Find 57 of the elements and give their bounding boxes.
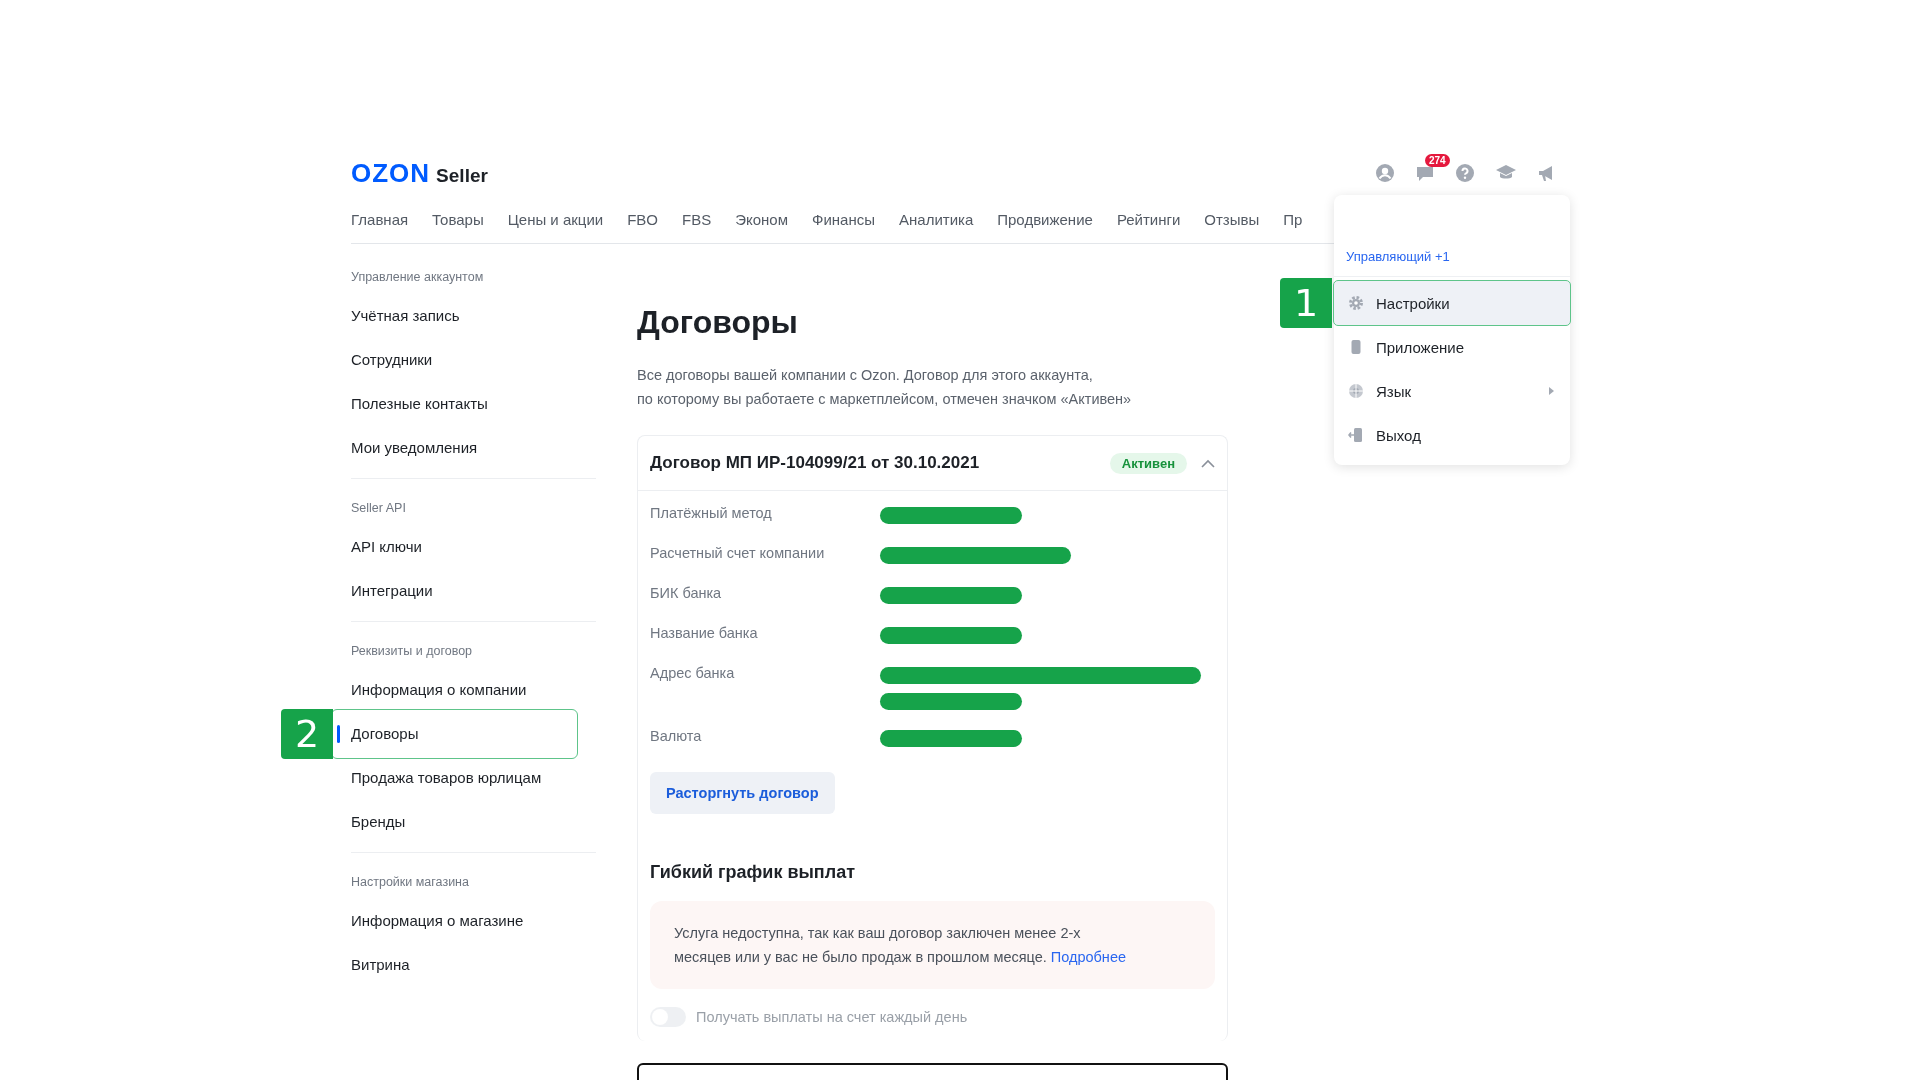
sidebar-item[interactable]: Полезные контакты <box>334 382 575 426</box>
field-label: Расчетный счет компании <box>650 544 826 563</box>
gear-icon <box>1348 295 1364 311</box>
section-title: Гибкий график выплат <box>650 862 856 883</box>
chevron-icon[interactable] <box>1201 458 1215 468</box>
contract-title: Договор МП ИР-104099/21 от 30.10.2021 <box>650 453 981 473</box>
sidebar-heading: Управление аккаунтом <box>351 269 485 286</box>
menu-item[interactable]: Язык <box>1334 369 1570 413</box>
nav-tab[interactable]: Пр <box>1283 211 1303 228</box>
nav-tab[interactable]: FBS <box>682 211 712 228</box>
nav-tab[interactable]: Эконом <box>735 211 788 228</box>
user-icon[interactable] <box>1375 163 1395 183</box>
sidebar-item[interactable]: Продажа товаров юрлицам <box>334 756 575 800</box>
nav-tab[interactable]: Товары <box>432 211 484 228</box>
sidebar-heading: Seller API <box>351 500 407 517</box>
step-marker: 1 <box>1280 278 1332 328</box>
more-link[interactable]: Подробнее <box>1050 949 1126 965</box>
ozon-seller-logo[interactable]: OZON Seller <box>351 157 488 189</box>
globe-icon <box>1348 383 1364 399</box>
toggle-label: Получать выплаты на счет каждый день <box>696 1009 968 1025</box>
field-label: Адрес банка <box>650 664 736 683</box>
field-label: Валюта <box>650 727 703 746</box>
page-title: Договоры <box>637 304 799 341</box>
field-label: Название банка <box>650 624 759 643</box>
notification-count: 274 <box>1425 154 1450 167</box>
step-marker: 2 <box>281 709 333 759</box>
field-label: БИК банка <box>650 584 723 603</box>
submenu-caret-icon <box>1548 387 1554 395</box>
sidebar-item[interactable]: Информация о компании <box>334 668 575 712</box>
nav-tab[interactable]: Продвижение <box>997 211 1093 228</box>
menu-item[interactable]: Выход <box>1334 413 1570 457</box>
notice-text: Услуга недоступна, так как ваш договор заключен менее 2-х месяцев или у вас не было продаж в прошлом месяце. Подробнее <box>674 924 1127 967</box>
nav-tab[interactable]: Отзывы <box>1204 211 1260 228</box>
sidebar-heading: Реквизиты и договор <box>351 643 474 660</box>
page-description: Все договоры вашей компании с Ozon. Договор для этого аккаунта, по которому вы работаете с маркетплейсом, отмечен значком «Активен» <box>637 366 1133 409</box>
nav-tab[interactable]: Аналитика <box>899 211 974 228</box>
sidebar-item[interactable]: API ключи <box>334 525 575 569</box>
help-icon[interactable] <box>1455 163 1475 183</box>
nav-tab[interactable]: Цены и акции <box>507 211 604 228</box>
exit-icon <box>1348 427 1364 443</box>
sidebar-item[interactable]: Интеграции <box>334 569 575 613</box>
status-badge: Активен <box>1109 452 1187 474</box>
menu-item[interactable]: Приложение <box>1334 325 1570 369</box>
role-link[interactable]: Управляющий +1 <box>1334 249 1570 277</box>
field-label: Платёжный метод <box>650 504 773 523</box>
terminate-contract-button[interactable]: Расторгнуть договор <box>650 772 835 814</box>
sidebar-item[interactable]: Сотрудники <box>334 338 575 382</box>
sidebar-heading: Настройки магазина <box>351 874 470 891</box>
sidebar-item[interactable]: Информация о магазине <box>334 899 575 943</box>
nav-tab[interactable]: Финансы <box>812 211 875 228</box>
nav-tab[interactable]: Рейтинги <box>1116 211 1181 228</box>
nav-tab[interactable]: Главная <box>351 211 409 228</box>
sidebar-item[interactable]: Мои уведомления <box>334 426 575 470</box>
sidebar-item[interactable]: Учётная запись <box>334 294 575 338</box>
sidebar-item[interactable]: Витрина <box>334 943 575 987</box>
sidebar-item[interactable]: Бренды <box>334 800 575 844</box>
nav-tab[interactable]: FBO <box>627 211 659 228</box>
